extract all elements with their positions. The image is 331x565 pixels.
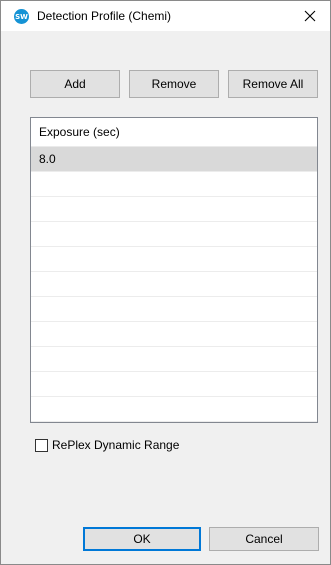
close-button[interactable] <box>290 1 330 31</box>
title-bar: SW Detection Profile (Chemi) <box>1 1 330 31</box>
close-icon <box>304 10 316 22</box>
exposure-table[interactable]: Exposure (sec) 8.0 <box>30 117 318 423</box>
table-row[interactable] <box>31 172 317 197</box>
remove-button[interactable]: Remove <box>129 70 219 98</box>
dialog-window: SW Detection Profile (Chemi) Add Remove … <box>0 0 331 565</box>
remove-all-button[interactable]: Remove All <box>228 70 318 98</box>
replex-checkbox[interactable] <box>35 438 48 452</box>
replex-option[interactable]: RePlex Dynamic Range <box>35 438 179 452</box>
add-button[interactable]: Add <box>30 70 120 98</box>
table-row[interactable] <box>31 297 317 322</box>
table-row[interactable] <box>31 372 317 397</box>
app-logo-icon: SW <box>14 9 29 24</box>
cancel-button[interactable]: Cancel <box>209 527 319 551</box>
table-row[interactable]: 8.0 <box>31 147 317 172</box>
column-header-exposure[interactable]: Exposure (sec) <box>31 118 317 147</box>
window-title: Detection Profile (Chemi) <box>37 9 172 23</box>
ok-button[interactable]: OK <box>83 527 201 551</box>
table-row[interactable] <box>31 397 317 422</box>
table-row[interactable] <box>31 322 317 347</box>
table-row[interactable] <box>31 347 317 372</box>
table-row[interactable] <box>31 272 317 297</box>
table-row[interactable] <box>31 197 317 222</box>
table-row[interactable] <box>31 222 317 247</box>
table-row[interactable] <box>31 247 317 272</box>
replex-label: RePlex Dynamic Range <box>52 438 180 452</box>
